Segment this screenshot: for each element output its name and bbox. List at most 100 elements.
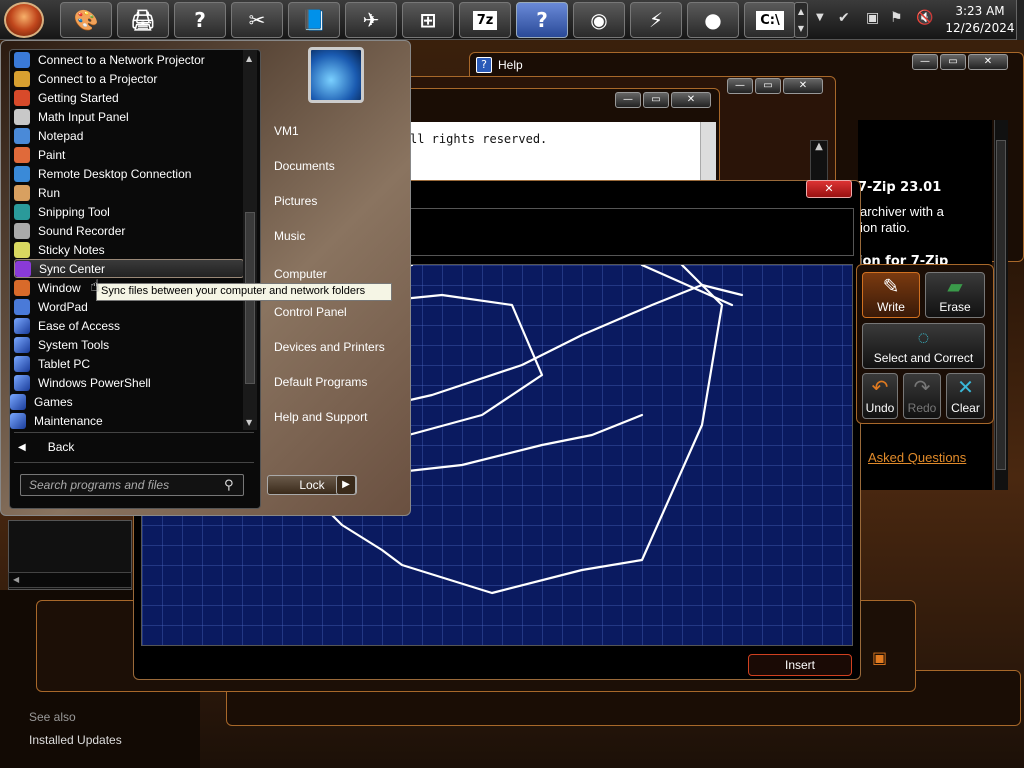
start-menu-right-pane: VM1 Documents Pictures Music Computer Control… [262,40,410,516]
taskbar-scroll-control[interactable]: ▲ ▼ [794,2,808,38]
scroll-up-arrow-icon[interactable]: ▲ [246,54,252,63]
program-item[interactable]: Tablet PC [14,354,244,373]
clear-x-icon: ✕ [957,377,974,399]
program-item[interactable]: System Tools [14,335,244,354]
redo-arrow-icon: ↷ [913,377,931,399]
search-programs-input[interactable]: Search programs and files [20,474,244,496]
taskbar-button[interactable]: 🖨 [117,2,169,38]
program-item[interactable]: Run [14,183,244,202]
sevenzip-maximize-button[interactable]: ▭ [643,92,669,108]
program-item[interactable]: Games [10,392,240,411]
start-menu-link[interactable]: Music [274,229,305,243]
program-item[interactable]: Math Input Panel [14,107,244,126]
start-menu-link[interactable]: Control Panel [274,305,347,319]
search-icon[interactable]: ⚲ [224,478,234,493]
sevenzip-minimize-button[interactable]: — [615,92,641,108]
notepad-scrollbar[interactable] [700,122,716,182]
notepad-text-area[interactable] [408,122,700,182]
back-button[interactable]: ◀ Back [18,437,238,457]
notepad-text: ll rights reserved. [410,132,548,146]
program-icon [14,241,30,258]
shutdown-options-arrow-icon[interactable]: ▶ [336,475,356,495]
notepad-maximize-button[interactable]: ▭ [755,78,781,94]
program-label: Windows PowerShell [38,375,151,390]
taskbar-button[interactable]: ✂ [231,2,283,38]
sevenzip-close-button[interactable]: ✕ [671,92,711,108]
folder-icon [14,374,30,391]
pen-write-icon: ✎ [882,276,900,298]
program-item[interactable]: Snipping Tool [14,202,244,221]
help-text-line2: ion ratio. [860,220,910,235]
select-and-correct-button[interactable]: ◌ Select and Correct [862,323,985,369]
program-item[interactable]: Connect to a Projector [14,69,244,88]
lasso-select-icon: ◌ [917,327,930,349]
taskbar-button[interactable]: ◉ [573,2,625,38]
installed-updates-link[interactable]: Installed Updates [29,733,122,747]
start-menu-link[interactable]: Help and Support [274,410,367,424]
show-hidden-icons-icon[interactable]: ▼ [816,12,824,23]
program-item[interactable]: Remote Desktop Connection [14,164,244,183]
start-menu-link[interactable]: Pictures [274,194,317,208]
math-panel-options-icon[interactable]: ▣ [872,648,894,667]
program-label: Getting Started [38,90,119,105]
horizontal-scrollbar[interactable]: ◀ [8,572,132,588]
scroll-down-arrow-icon[interactable]: ▼ [246,418,252,427]
action-center-icon[interactable]: ✔ [838,10,850,26]
program-item[interactable]: Sound Recorder [14,221,244,240]
math-panel-close-button[interactable]: ✕ [806,180,852,198]
taskbar-button[interactable]: ⊞ [402,2,454,38]
taskbar-button[interactable]: 🎨 [60,2,112,38]
help-scroll-thumb[interactable] [996,140,1006,470]
program-icon [14,70,30,87]
taskbar-button[interactable]: ? [174,2,226,38]
insert-button[interactable]: Insert [748,654,852,676]
program-label: Tablet PC [38,356,91,371]
notepad-close-button[interactable]: ✕ [783,78,823,94]
help-close-button[interactable]: ✕ [968,54,1008,70]
program-item[interactable]: Sticky Notes [14,240,244,259]
taskbar-button[interactable]: ? [516,2,568,38]
start-menu-link[interactable]: Devices and Printers [274,340,385,354]
show-desktop-button[interactable] [1016,0,1024,40]
help-minimize-button[interactable]: — [912,54,938,70]
program-label: Window [38,280,81,295]
taskbar-button[interactable]: C:\ [744,2,796,38]
program-item[interactable]: Maintenance [10,411,240,430]
start-menu-link[interactable]: Documents [274,159,335,173]
program-item[interactable]: Windows PowerShell [14,373,244,392]
taskbar-button[interactable]: 📘 [288,2,340,38]
start-button[interactable] [4,2,44,38]
program-item[interactable]: Sync Center [14,259,244,278]
taskbar-button[interactable]: ✈ [345,2,397,38]
clock-time[interactable]: 3:23 AM [945,4,1015,18]
undo-button[interactable]: ↶ Undo [862,373,898,419]
program-item[interactable]: Connect to a Network Projector [14,50,244,69]
flag-icon[interactable]: ⚑ [890,10,903,26]
program-item[interactable]: Notepad [14,126,244,145]
program-item[interactable]: Paint [14,145,244,164]
help-faq-link[interactable]: Asked Questions [868,450,966,465]
notepad-minimize-button[interactable]: — [727,78,753,94]
network-icon[interactable]: ▣ [866,10,879,26]
write-button[interactable]: ✎ Write [862,272,920,318]
help-text-line1: archiver with a [860,204,944,219]
start-menu-link[interactable]: Default Programs [274,375,367,389]
help-maximize-button[interactable]: ▭ [940,54,966,70]
clear-button[interactable]: ✕ Clear [946,373,985,419]
start-menu-link[interactable]: Computer [274,267,327,281]
program-item[interactable]: Getting Started [14,88,244,107]
volume-muted-icon[interactable]: 🔇 [916,10,933,26]
mouse-pointer-icon: ☝ [90,276,100,295]
snipping-tool-icon: ✂ [248,8,266,32]
taskbar-button[interactable]: ⚡ [630,2,682,38]
erase-button[interactable]: ▰ Erase [925,272,985,318]
program-label: Connect to a Projector [38,71,158,86]
program-label: System Tools [38,337,110,352]
clock-date[interactable]: 12/26/2024 [940,21,1020,35]
start-menu-link[interactable]: VM1 [274,124,299,138]
scanner-icon: 🖨 [130,8,156,32]
program-item[interactable]: Ease of Access [14,316,244,335]
taskbar-button[interactable]: 7z [459,2,511,38]
taskbar-button[interactable]: ● [687,2,739,38]
redo-button[interactable]: ↷ Redo [903,373,941,419]
